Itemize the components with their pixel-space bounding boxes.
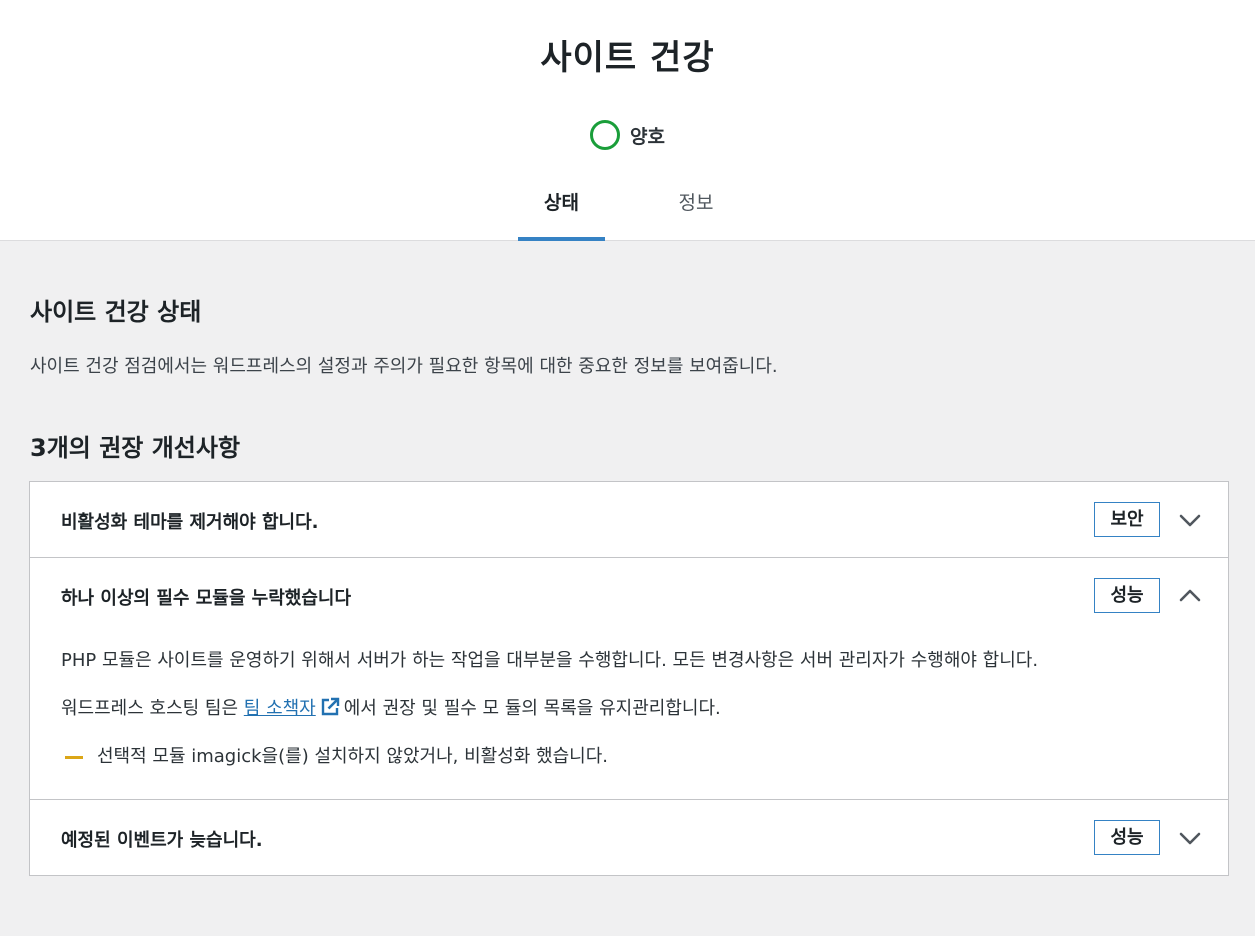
accordion-toggle-inactive-themes[interactable]: 비활성화 테마를 제거해야 합니다. 보안 [30, 482, 1228, 557]
accordion-toggle-scheduled-events[interactable]: 예정된 이벤트가 늦습니다. 성능 [30, 800, 1228, 875]
status-circle-icon [590, 120, 621, 150]
site-health-header: 사이트 건강 양호 상태 정보 [0, 0, 1255, 241]
external-link-icon [321, 697, 339, 716]
category-badge: 보안 [1094, 502, 1160, 537]
accordion-panel: PHP 모듈은 사이트를 운영하기 위해서 서버가 하는 작업을 대부분을 수행… [30, 633, 1228, 799]
section-title: 사이트 건강 상태 [30, 298, 202, 326]
health-status: 양호 [0, 120, 1255, 150]
accordion-title: 비활성화 테마를 제거해야 합니다. [61, 512, 319, 533]
recommendations-count: 3개의 권장 개선사항 [30, 434, 241, 462]
note-text-before: 워드프레스 호스팅 팀은 [61, 698, 239, 719]
accordion-title: 하나 이상의 필수 모듈을 누락했습니다 [61, 588, 352, 609]
accordion-title: 예정된 이벤트가 늦습니다. [61, 830, 263, 851]
hosting-team-note: 워드프레스 호스팅 팀은 팀 소책자 에서 권장 및 필수 모 듈의 목록을 유… [61, 695, 1197, 723]
page-title: 사이트 건강 [540, 38, 715, 78]
chevron-down-icon[interactable] [1178, 508, 1202, 532]
tab-status[interactable]: 상태 [518, 172, 605, 241]
recommendations-accordion: 비활성화 테마를 제거해야 합니다. 보안 하나 이상의 필수 모듈을 누락했습… [29, 481, 1229, 876]
category-badge: 성능 [1094, 820, 1160, 855]
warning-text: 선택적 모듈 imagick을(를) 설치하지 않았거나, 비활성화 했습니다. [97, 746, 609, 767]
accordion-item: 비활성화 테마를 제거해야 합니다. 보안 [30, 482, 1228, 558]
chevron-down-icon[interactable] [1178, 826, 1202, 850]
accordion-item: 예정된 이벤트가 늦습니다. 성능 [30, 800, 1228, 875]
accordion-toggle-missing-modules[interactable]: 하나 이상의 필수 모듈을 누락했습니다 성능 [30, 558, 1228, 633]
warning-dash-icon [65, 755, 83, 759]
module-description: PHP 모듈은 사이트를 운영하기 위해서 서버가 하는 작업을 대부분을 수행… [61, 650, 1039, 671]
accordion-item: 하나 이상의 필수 모듈을 누락했습니다 성능 PHP 모듈은 사이트를 운영하… [30, 558, 1228, 800]
section-description: 사이트 건강 점검에서는 워드프레스의 설정과 주의가 필요한 항목에 대한 중… [30, 356, 778, 377]
category-badge: 성능 [1094, 578, 1160, 613]
note-text-after: 에서 권장 및 필수 모 듈의 목록을 유지관리합니다. [343, 698, 721, 719]
team-handbook-link[interactable]: 팀 소책자 [244, 698, 316, 719]
warning-line: 선택적 모듈 imagick을(를) 설치하지 않았거나, 비활성화 했습니다. [61, 743, 1197, 771]
chevron-up-icon[interactable] [1178, 584, 1202, 608]
status-label: 양호 [630, 125, 665, 148]
tab-info[interactable]: 정보 [652, 172, 740, 241]
tab-bar: 상태 정보 [0, 172, 1255, 241]
